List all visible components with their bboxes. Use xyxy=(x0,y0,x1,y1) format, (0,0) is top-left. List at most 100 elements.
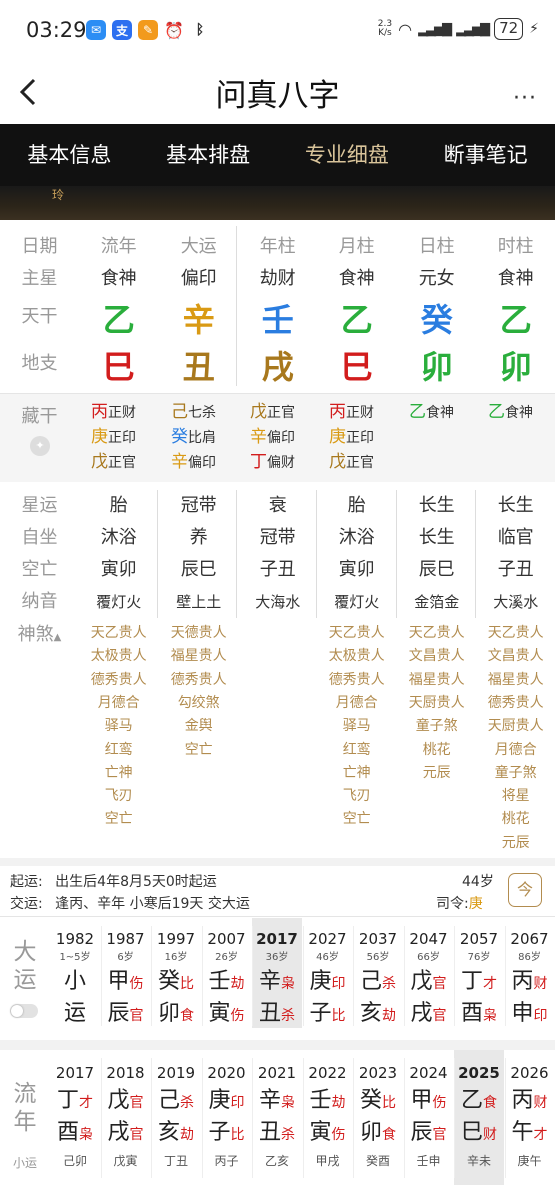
dayun-gan: 己杀 xyxy=(353,967,403,999)
canggan-gan: 戊 xyxy=(329,452,346,472)
liunian-section: 流年 小运 2017 丁才 酉枭 己卯 2018 戊官 戌官 戊寅 2019 己杀 亥劫 丁丑 2020… xyxy=(0,1050,555,1190)
pillar-dz: 卯 xyxy=(420,348,453,386)
dayun-gan-char: 癸 xyxy=(157,969,180,994)
liunian-year: 2017 xyxy=(55,1064,95,1082)
dayun-column[interactable]: 1987 6岁 甲伤 辰官 xyxy=(101,918,151,1028)
dayun-zhi-char: 卯 xyxy=(157,1001,180,1026)
dayun-age: 1~5岁 xyxy=(59,952,91,963)
dayun-zhi-char: 运 xyxy=(63,1001,86,1026)
liunian-column[interactable]: 2023 癸比 卯食 癸酉 xyxy=(353,1050,403,1185)
liunian-zhi-shishen: 杀 xyxy=(281,1127,295,1143)
dayun-zhi-shishen: 劫 xyxy=(382,1008,396,1024)
dayun-column[interactable]: 2037 56岁 己杀 亥劫 xyxy=(353,918,403,1028)
shensha-item: 德秀贵人 xyxy=(90,671,147,688)
liunian-column[interactable]: 2026 丙财 午才 庚午 xyxy=(505,1050,555,1185)
shensha-item: 亡神 xyxy=(342,764,371,781)
dayun-zhi-shishen: 杀 xyxy=(281,1008,295,1024)
shensha-item: 太极贵人 xyxy=(328,648,385,665)
more-menu-icon[interactable]: ··· xyxy=(513,86,537,111)
divider xyxy=(0,858,555,866)
canggan-item: 丙正财 xyxy=(329,400,374,426)
shensha-item: 桃花 xyxy=(422,741,451,758)
dayun-zhi: 亥劫 xyxy=(353,999,403,1031)
dayun-zhi: 酉枭 xyxy=(454,999,504,1031)
liunian-gan-char: 己 xyxy=(157,1088,180,1113)
pillar-zhuxing: 偏印 xyxy=(180,268,217,289)
info-cell: 胎 xyxy=(347,495,366,516)
siling-value: 庚 xyxy=(468,896,483,912)
canggan-gan: 丙 xyxy=(91,402,108,422)
liunian-column[interactable]: 2019 己杀 亥劫 丁丑 xyxy=(151,1050,201,1185)
tab-basic-info[interactable]: 基本信息 xyxy=(0,124,139,186)
dayun-toggle[interactable] xyxy=(10,1004,38,1018)
info-cell: 覆灯火 xyxy=(334,593,380,611)
divider xyxy=(504,1058,506,1178)
liunian-zhi-char: 酉 xyxy=(56,1120,79,1145)
divider xyxy=(100,1058,102,1178)
liunian-gan-shishen: 杀 xyxy=(180,1095,194,1111)
info-label: 自坐 xyxy=(21,527,58,548)
liunian-zhi-shishen: 比 xyxy=(230,1127,245,1143)
liunian-column[interactable]: 2022 壬劫 寅伤 甲戌 xyxy=(303,1050,353,1185)
dayun-year: 1982 xyxy=(55,930,95,948)
liunian-column[interactable]: 2020 庚印 子比 丙子 xyxy=(202,1050,252,1185)
shensha-item: 福星贵人 xyxy=(487,671,544,688)
dayun-gan-char: 甲 xyxy=(107,969,130,994)
liunian-zhi: 午才 xyxy=(505,1118,555,1150)
dayun-column[interactable]: 2017 36岁 辛枭 丑杀 xyxy=(252,918,302,1028)
shensha-item: 红鸾 xyxy=(104,741,133,758)
liunian-column[interactable]: 2017 丁才 酉枭 己卯 xyxy=(50,1050,100,1185)
pillar-dz: 巳 xyxy=(102,348,135,386)
liunian-zhi-char: 丑 xyxy=(258,1120,281,1145)
divider xyxy=(151,926,152,1026)
info-cell: 胎 xyxy=(109,495,128,516)
dayun-gan-shishen: 伤 xyxy=(129,976,144,992)
dayun-column[interactable]: 2007 26岁 壬劫 寅伤 xyxy=(202,918,252,1028)
tab-pro-chart[interactable]: 专业细盘 xyxy=(278,124,417,186)
dayun-section: 大运 1982 1~5岁小运 1987 6岁 甲伤 辰官 1997 16岁 癸比 卯食 2007 26… xyxy=(0,918,555,1038)
divider xyxy=(353,926,354,1026)
liunian-column[interactable]: 2018 戊官 戌官 戊寅 xyxy=(101,1050,151,1185)
canggan-item: 辛偏印 xyxy=(250,425,295,451)
status-app-icons: ✉ 支 ✎ ⏰ ᛒ xyxy=(86,20,210,40)
canggan-item: 丙正财 xyxy=(91,400,136,426)
dayun-age: 76岁 xyxy=(467,952,491,963)
liunian-gan-char: 戊 xyxy=(107,1088,130,1113)
today-button[interactable]: 今 xyxy=(508,873,542,907)
dayun-column[interactable]: 2047 66岁 戊官 戌官 xyxy=(404,918,454,1028)
row-label: 地支 xyxy=(21,353,58,374)
liunian-zhi: 寅伤 xyxy=(303,1118,353,1150)
info-cell: 冠带 xyxy=(259,527,296,548)
tab-notes[interactable]: 断事笔记 xyxy=(416,124,555,186)
liunian-zhi-char: 午 xyxy=(511,1120,534,1145)
canggan-section: 藏干 ✦ 丙正财 庚正印 戊正官 己七杀 癸比肩 辛偏印 戊正官 辛偏印 丁偏财 丙正财 庚正印 戊正官乙… xyxy=(0,394,555,482)
liunian-column[interactable]: 2021 辛枭 丑杀 乙亥 xyxy=(252,1050,302,1185)
liunian-zhi: 酉枭 xyxy=(50,1118,100,1150)
dayun-year: 2007 xyxy=(207,930,246,948)
dayun-column[interactable]: 1982 1~5岁小运 xyxy=(50,918,100,1028)
liunian-column[interactable]: 2024 甲伤 辰官 壬申 xyxy=(404,1050,454,1185)
tab-basic-chart[interactable]: 基本排盘 xyxy=(139,124,278,186)
liunian-zhi-shishen: 枭 xyxy=(79,1127,93,1143)
dayun-column[interactable]: 2057 76岁 丁才 酉枭 xyxy=(454,918,504,1028)
dayun-column[interactable]: 1997 16岁 癸比 卯食 xyxy=(151,918,201,1028)
canggan-shishen: 偏印 xyxy=(188,455,216,471)
dayun-zhi: 子比 xyxy=(303,999,353,1031)
xiaoyun-value: 丙子 xyxy=(214,1154,239,1168)
dayun-zhi-char: 亥 xyxy=(359,1001,382,1026)
pin-icon[interactable]: ✦ xyxy=(30,436,50,456)
shensha-item: 亡神 xyxy=(104,764,133,781)
liunian-column[interactable]: 2025 乙食 巳财 辛未 xyxy=(454,1050,504,1185)
canggan-shishen: 食神 xyxy=(426,405,454,421)
shensha-item: 福星贵人 xyxy=(408,671,465,688)
dayun-column[interactable]: 2067 86岁 丙财 申印 xyxy=(505,918,555,1028)
canggan-label: 藏干 xyxy=(21,406,58,427)
pay-app-icon: 支 xyxy=(112,20,132,40)
row-label: 日期 xyxy=(21,236,58,257)
dayun-column[interactable]: 2027 46岁 庚印 子比 xyxy=(303,918,353,1028)
banner-text: 玲 xyxy=(52,188,65,202)
dayun-gan-shishen: 劫 xyxy=(230,976,245,992)
dayun-gan-shishen: 印 xyxy=(331,976,346,992)
canggan-gan: 乙 xyxy=(409,402,426,422)
dayun-gan: 丁才 xyxy=(454,967,504,999)
